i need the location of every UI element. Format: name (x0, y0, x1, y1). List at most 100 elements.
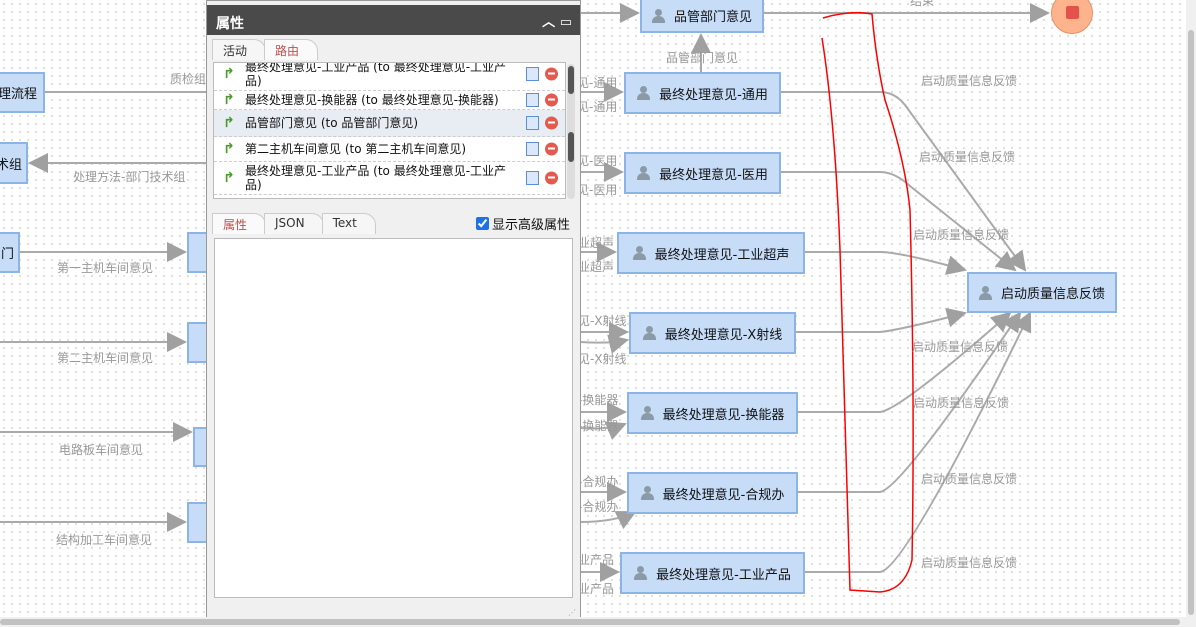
user-group-icon (632, 246, 649, 260)
route-arrow-icon: ↱ (223, 141, 235, 157)
route-arrow-icon: ↱ (223, 66, 235, 82)
collapse-icon[interactable]: ︿ (542, 15, 555, 30)
tab-route[interactable]: 路由 (264, 39, 319, 60)
vertical-scrollbar[interactable] (1186, 0, 1196, 617)
edge-label: 见-X射线 (578, 352, 627, 366)
tab-json[interactable]: JSON (264, 213, 324, 234)
show-advanced-checkbox[interactable] (475, 217, 489, 230)
resize-grip-icon[interactable]: ⋰ (568, 608, 576, 617)
node-label: 术组 (0, 157, 22, 173)
tab-properties[interactable]: 属性 (212, 213, 267, 234)
user-group-icon (640, 406, 657, 420)
node-label: 最终处理意见-通用 (659, 87, 768, 103)
scroll-thumb[interactable] (0, 619, 1180, 625)
route-label: 最终处理意见-工业产品 (to 最终处理意见-工业产品) (245, 62, 507, 88)
route-label: 品管部门意见 (to 品管部门意见) (245, 116, 419, 130)
node-gongyechanpin[interactable]: 最终处理意见-工业产品 (620, 552, 805, 594)
list-item[interactable]: ↱ 最终处理意见-工业产品 (to 最终处理意见-工业产品) (214, 62, 565, 91)
edge-label: -换能器 (578, 393, 619, 407)
edge-label: 启动质量信息反馈 (921, 556, 1018, 570)
user-group-icon (637, 86, 653, 100)
node-label: 启动质量信息反馈 (1000, 287, 1105, 302)
copy-icon[interactable] (526, 116, 539, 130)
maximize-icon[interactable]: ▭ (560, 15, 572, 30)
user-group-icon (642, 326, 659, 340)
node-label: 理流程 (0, 87, 37, 102)
user-group-icon (634, 566, 650, 580)
edge-label: 见-医用 (577, 183, 618, 197)
panel-title: 属性 (216, 16, 244, 32)
edge-label: 启动质量信息反馈 (921, 472, 1018, 486)
node-label: 最终处理意见-工业产品 (656, 567, 791, 583)
node-huannengqi[interactable]: 最终处理意见-换能器 (627, 392, 798, 434)
scroll-thumb[interactable] (1188, 30, 1194, 615)
edge-label: 结构加工车间意见 (56, 533, 153, 547)
edge-label: -换能器 (578, 419, 619, 433)
node-liucheng[interactable]: 理流程 (0, 72, 45, 113)
properties-editor[interactable] (214, 238, 573, 598)
route-label: 最终处理意见-换能器 (to 最终处理意见-换能器) (245, 93, 499, 107)
edge-label: 业产品 (578, 553, 615, 567)
horizontal-scrollbar[interactable] (0, 617, 1196, 627)
panel-header: 属性 ︿ ▭ (207, 5, 580, 35)
edge-label: 第二主机车间意见 (57, 351, 154, 365)
delete-icon[interactable] (545, 67, 558, 81)
node-gongyechaosheng[interactable]: 最终处理意见-工业超声 (617, 232, 805, 274)
route-arrow-icon: ↱ (223, 92, 235, 108)
show-advanced-toggle[interactable]: 显示高级属性 (475, 214, 570, 233)
edge-label: 结束 (910, 0, 935, 8)
properties-panel: 属性 ︿ ▭ 活动 路由 ↱ 最终处理意见-工业产品 (to 最终处理意见-工业产… (206, 0, 581, 622)
route-label: 最终处理意见-工业产品 (to 最终处理意见-工业产品) (245, 164, 507, 192)
edge-label: 业超声 (578, 260, 615, 274)
route-arrow-icon: ↱ (223, 115, 235, 131)
edge-label: 启动质量信息反馈 (919, 150, 1016, 164)
node-jishuzu[interactable]: 术组 (0, 142, 28, 184)
node-yiyong[interactable]: 最终处理意见-医用 (624, 152, 781, 194)
route-label: 第二主机车间意见 (to 第二主机车间意见) (245, 142, 467, 156)
edge-label: 处理方法-部门技术组 (73, 170, 186, 184)
edge-label: -合规办 (578, 475, 619, 489)
copy-icon[interactable] (526, 93, 539, 107)
route-arrow-icon: ↱ (223, 170, 235, 186)
scroll-thumb[interactable] (568, 66, 574, 94)
edge-label: 见-X射线 (578, 314, 627, 328)
route-list-scrollbar[interactable] (567, 64, 575, 199)
edge-label: 业产品 (578, 582, 615, 596)
edge-label: 启动质量信息反馈 (913, 396, 1010, 410)
list-item[interactable]: ↱ 最终处理意见-换能器 (to 最终处理意见-换能器) (214, 91, 565, 110)
scroll-thumb[interactable] (568, 132, 574, 162)
node-heguiban[interactable]: 最终处理意见-合规办 (627, 472, 798, 514)
node-label: 品管部门意见 (673, 10, 752, 25)
copy-icon[interactable] (526, 171, 539, 185)
edge-label: 品管部门意见 (666, 51, 739, 65)
node-label: 最终处理意见-X射线 (664, 327, 783, 343)
node-tongyong[interactable]: 最终处理意见-通用 (624, 72, 781, 114)
delete-icon[interactable] (545, 116, 558, 130)
edge (780, 171, 1017, 272)
copy-icon[interactable] (526, 67, 539, 81)
edge-label: -合规办 (578, 500, 619, 514)
delete-icon[interactable] (545, 171, 558, 185)
list-item[interactable]: ↱ 第二主机车间意见 (to 第二主机车间意见) (214, 137, 565, 162)
edge-label: 启动质量信息反馈 (913, 228, 1010, 242)
copy-icon[interactable] (526, 142, 539, 156)
node-bumen[interactable]: 门 (0, 232, 20, 273)
node-xshexian[interactable]: 最终处理意见-X射线 (629, 312, 796, 354)
workflow-canvas[interactable]: 品管部门意见 最终处理意见-通用 最终处理意见-医用 最终处理意见-工业超声 最… (0, 0, 1186, 617)
show-advanced-label: 显示高级属性 (491, 218, 570, 233)
edge (579, 334, 629, 354)
tab-activity[interactable]: 活动 (212, 39, 267, 60)
list-item[interactable]: ↱ 最终处理意见-工业产品 (to 最终处理意见-工业产品) (214, 162, 565, 195)
edge-label: 见-医用 (577, 154, 618, 168)
node-pinguan[interactable]: 品管部门意见 (640, 0, 764, 33)
node-feedback[interactable]: 启动质量信息反馈 (967, 272, 1117, 313)
edge-label: 见-通用 (577, 76, 618, 90)
list-item-selected[interactable]: ↱ 品管部门意见 (to 品管部门意见) (214, 110, 565, 137)
tab-text[interactable]: Text (321, 213, 376, 234)
delete-icon[interactable] (545, 142, 558, 156)
user-group-icon (640, 486, 657, 500)
delete-icon[interactable] (545, 93, 558, 107)
edge-label: 质检组 (170, 72, 207, 86)
edge-label: 见-通用 (577, 100, 618, 114)
route-list: ↱ 最终处理意见-工业产品 (to 最终处理意见-工业产品) ↱ 最终处理意见-换能… (213, 62, 566, 199)
